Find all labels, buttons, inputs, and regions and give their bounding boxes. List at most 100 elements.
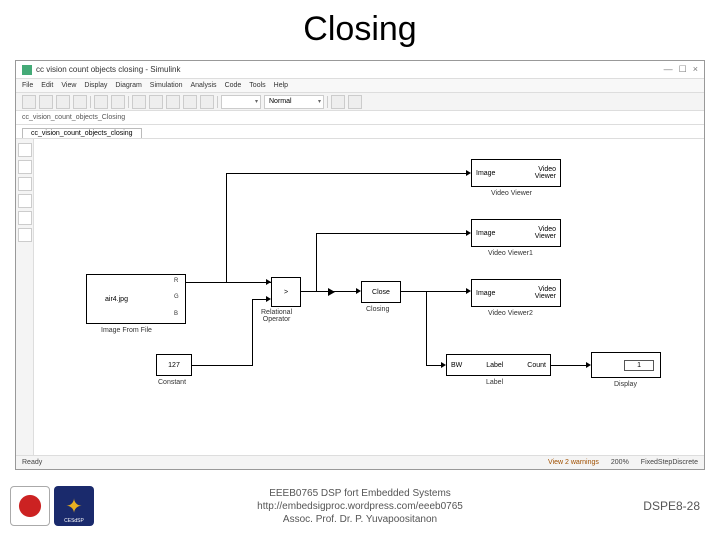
port-b: B — [174, 311, 178, 317]
slide-title: Closing — [0, 10, 720, 49]
close-button[interactable]: × — [693, 64, 698, 75]
block-relop-text: > — [284, 289, 288, 296]
label-labeling: Label — [486, 379, 503, 386]
block-video-viewer2[interactable]: Image Video Viewer — [471, 279, 561, 307]
tool-config-icon[interactable] — [111, 95, 125, 109]
arrow-icon — [466, 288, 471, 294]
viewer0-text: Video Viewer — [535, 166, 556, 180]
menu-code[interactable]: Code — [225, 82, 242, 89]
viewer2-port: Image — [476, 290, 495, 297]
mode-dropdown[interactable]: Normal — [264, 95, 324, 109]
maximize-button[interactable]: ☐ — [679, 64, 687, 75]
wire — [226, 173, 227, 282]
minimize-button[interactable]: — — [664, 64, 673, 75]
block-image-from-file[interactable]: air4.jpg — [86, 274, 186, 324]
wire — [551, 365, 586, 366]
simtime-field[interactable] — [221, 95, 261, 109]
block-display[interactable]: 1 — [591, 352, 661, 378]
wire — [316, 233, 317, 291]
label-image-from-file: Image From File — [101, 327, 152, 334]
tool-stepfwd-icon[interactable] — [166, 95, 180, 109]
model-tab[interactable]: cc_vision_count_objects_closing — [22, 128, 142, 138]
tool-run-icon[interactable] — [149, 95, 163, 109]
label-center: Label — [486, 362, 503, 369]
palette-fit-icon[interactable] — [18, 160, 32, 174]
palette-zoom-icon[interactable] — [18, 143, 32, 157]
wire — [301, 291, 356, 292]
tool-forward-icon[interactable] — [56, 95, 70, 109]
toolbar-sep — [128, 96, 129, 108]
menu-analysis[interactable]: Analysis — [190, 82, 216, 89]
tool-build-icon[interactable] — [200, 95, 214, 109]
port-g: G — [174, 294, 179, 300]
toolbar-sep — [217, 96, 218, 108]
block-closing-text: Close — [372, 289, 390, 296]
palette-annotate-icon[interactable] — [18, 194, 32, 208]
arrow-icon — [586, 362, 591, 368]
menu-help[interactable]: Help — [274, 82, 288, 89]
tool-record-icon[interactable] — [348, 95, 362, 109]
menu-simulation[interactable]: Simulation — [150, 82, 183, 89]
block-constant[interactable]: 127 — [156, 354, 192, 376]
label-viewer2: Video Viewer2 — [488, 310, 533, 317]
block-image-from-file-text: air4.jpg — [105, 296, 128, 303]
arrow-icon — [266, 279, 271, 285]
wire — [192, 365, 252, 366]
tool-stepback-icon[interactable] — [132, 95, 146, 109]
wire — [252, 299, 253, 366]
tool-back-icon[interactable] — [39, 95, 53, 109]
arrow-icon — [466, 170, 471, 176]
block-constant-text: 127 — [168, 362, 180, 369]
viewer1-text: Video Viewer — [535, 226, 556, 240]
palette-image-icon[interactable] — [18, 211, 32, 225]
label-port-count: Count — [527, 362, 546, 369]
tool-fast-icon[interactable] — [331, 95, 345, 109]
tool-save-icon[interactable] — [22, 95, 36, 109]
wire — [426, 291, 427, 365]
palette-area-icon[interactable] — [18, 228, 32, 242]
breadcrumb[interactable]: cc_vision_count_objects_Closing — [16, 111, 704, 125]
footer-text: EEEB0765 DSP fort Embedded Systems http:… — [0, 487, 720, 526]
menubar: File Edit View Display Diagram Simulatio… — [16, 79, 704, 93]
arrow-icon — [266, 296, 271, 302]
tool-up-icon[interactable] — [73, 95, 87, 109]
port-r: R — [174, 278, 178, 284]
model-canvas[interactable]: air4.jpg R G B Image From File 127 Const… — [16, 139, 704, 455]
label-relop: Relational Operator — [261, 309, 292, 323]
menu-display[interactable]: Display — [84, 82, 107, 89]
label-display: Display — [614, 381, 637, 388]
status-zoom: 200% — [611, 459, 629, 466]
footer-line1: EEEB0765 DSP fort Embedded Systems — [0, 487, 720, 500]
viewer2-text: Video Viewer — [535, 286, 556, 300]
window-title: cc vision count objects closing - Simuli… — [36, 65, 181, 74]
palette — [16, 139, 34, 455]
block-video-viewer0[interactable]: Image Video Viewer — [471, 159, 561, 187]
simulink-window: cc vision count objects closing - Simuli… — [15, 60, 705, 470]
menu-view[interactable]: View — [61, 82, 76, 89]
toolbar: Normal — [16, 93, 704, 111]
toolbar-sep — [327, 96, 328, 108]
statusbar: Ready View 2 warnings 200% FixedStepDisc… — [16, 455, 704, 469]
menu-edit[interactable]: Edit — [41, 82, 53, 89]
wire — [186, 282, 271, 283]
status-warnings[interactable]: View 2 warnings — [548, 459, 599, 466]
block-closing[interactable]: Close — [361, 281, 401, 303]
label-viewer0: Video Viewer — [491, 190, 532, 197]
menu-tools[interactable]: Tools — [249, 82, 265, 89]
wire — [401, 291, 466, 292]
titlebar: cc vision count objects closing - Simuli… — [16, 61, 704, 79]
wire — [316, 233, 466, 234]
tool-stop-icon[interactable] — [183, 95, 197, 109]
palette-explorer-icon[interactable] — [18, 177, 32, 191]
wire — [226, 173, 466, 174]
block-label[interactable]: BW Label Count — [446, 354, 551, 376]
arrow-icon — [466, 230, 471, 236]
wire — [252, 299, 266, 300]
block-video-viewer1[interactable]: Image Video Viewer — [471, 219, 561, 247]
menu-file[interactable]: File — [22, 82, 33, 89]
tool-library-icon[interactable] — [94, 95, 108, 109]
menu-diagram[interactable]: Diagram — [115, 82, 141, 89]
arrow-icon — [441, 362, 446, 368]
status-solver: FixedStepDiscrete — [641, 459, 698, 466]
block-relational-operator[interactable]: > — [271, 277, 301, 307]
